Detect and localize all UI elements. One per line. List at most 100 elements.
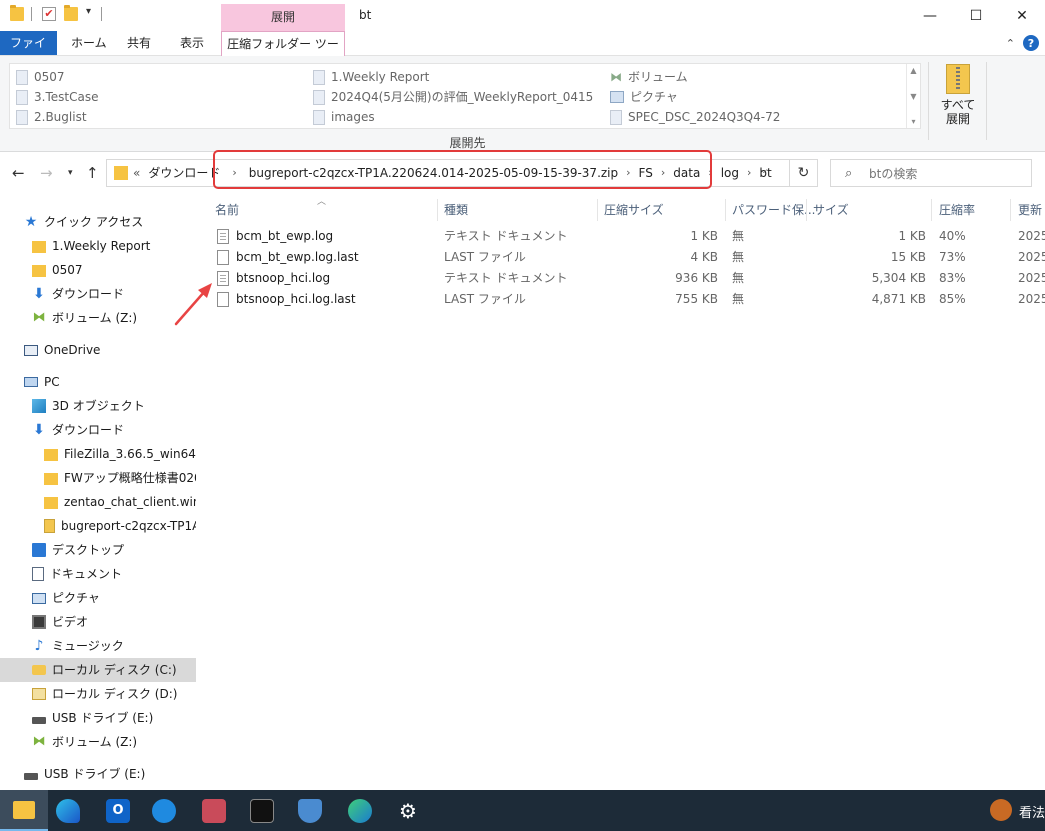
nav-item-3d-objects[interactable]: 3D オブジェクト [0,394,196,418]
nav-item-bugreport-zip[interactable]: bugreport-c2qzcx-TP1A.2 [0,514,196,538]
back-arrow-icon[interactable]: ← [12,164,25,182]
tab-view[interactable]: 表示 [168,31,216,55]
breadcrumb-fs[interactable]: FS [639,160,653,186]
nav-item-pc-volume-z[interactable]: ⧓ ボリューム (Z:) [0,730,196,754]
destination-item[interactable]: images [313,107,375,127]
destination-item[interactable]: 2.Buglist [16,107,87,127]
taskbar-tool[interactable] [190,790,238,831]
column-ratio[interactable]: 圧縮率 [939,199,975,221]
chevron-right-icon[interactable]: › [626,160,630,186]
nav-item-volume-z[interactable]: ⧓ ボリューム (Z:) [0,306,196,330]
nav-item-pictures[interactable]: ピクチャ [0,586,196,610]
gallery-more-icon[interactable]: ▾ [911,117,915,126]
file-modified: 2025 [1018,250,1045,264]
nav-item-weekly-report[interactable]: 1.Weekly Report [0,234,196,258]
nav-item-local-disk-c[interactable]: ローカル ディスク (C:) [0,658,196,682]
breadcrumb-overflow[interactable]: « [133,160,140,186]
column-modified[interactable]: 更新 [1018,199,1042,221]
help-icon[interactable]: ? [1023,35,1039,51]
search-input[interactable] [869,164,1027,184]
extract-all-button[interactable]: すべて 展開 [935,60,981,146]
destination-item[interactable]: 0507 [16,67,65,87]
tab-share[interactable]: 共有 [115,31,163,55]
address-bar[interactable]: « ダウンロード › bugreport-c2qzcx-TP1A.220624.… [106,159,790,187]
destination-item[interactable]: 2024Q4(5月公開)の評価_WeeklyReport_0415 [313,87,593,107]
nav-item-quick-access[interactable]: ★ クイック アクセス [0,210,196,234]
nav-item-usb-drive-e-root[interactable]: USB ドライブ (E:) [0,762,196,786]
scroll-down-icon[interactable]: ▼ [910,92,916,101]
taskbar-file-explorer[interactable] [0,790,48,831]
column-password[interactable]: パスワード保... [732,199,815,221]
customize-qat-icon[interactable]: ▾ [86,6,91,17]
file-password: 無 [732,292,745,306]
recent-locations-icon[interactable]: ▾ [68,168,73,178]
column-divider[interactable] [725,199,726,221]
forward-arrow-icon[interactable]: → [40,164,53,182]
tab-compressed-folder-tools[interactable]: 圧縮フォルダー ツール [221,31,345,75]
taskbar-edge[interactable] [336,790,384,831]
taskbar-app[interactable] [44,790,92,831]
nav-item-usb-drive-e[interactable]: USB ドライブ (E:) [0,706,196,730]
file-row[interactable]: btsnoop_hci.log.last LAST ファイル 755 KB 無 4,87… [210,289,1045,310]
new-folder-icon[interactable] [64,5,78,21]
column-size[interactable]: サイズ [813,199,849,221]
chevron-right-icon[interactable]: › [747,160,751,186]
maximize-button[interactable]: ☐ [953,0,999,31]
chevron-down-icon[interactable]: ⌵ [760,165,768,176]
nav-item-filezilla[interactable]: FileZilla_3.66.5_win64 [0,442,196,466]
search-box[interactable]: ⌕ [830,159,1032,187]
column-compressed-size[interactable]: 圧縮サイズ [604,199,664,221]
up-arrow-icon[interactable]: ↑ [86,164,99,182]
column-divider[interactable] [597,199,598,221]
gallery-scrollbar[interactable]: ▲ ▼ ▾ [906,64,920,128]
nav-item-music[interactable]: ♪ ミュージック [0,634,196,658]
taskbar-security[interactable] [286,790,334,831]
scroll-up-icon[interactable]: ▲ [910,66,916,75]
file-row[interactable]: bcm_bt_ewp.log.last LAST ファイル 4 KB 無 15 KB 73… [210,247,1045,268]
taskbar-settings[interactable]: ⚙ [384,790,432,831]
nav-item-documents[interactable]: ドキュメント [0,562,196,586]
destination-item[interactable]: SPEC_DSC_2024Q3Q4-72 [610,107,780,127]
nav-item-folder-0507[interactable]: 0507 [0,258,196,282]
tray-app-icon[interactable] [990,799,1012,821]
text-document-icon [217,271,229,286]
column-name[interactable]: 名前 [215,199,239,221]
taskbar-outlook[interactable]: O [94,790,142,831]
breadcrumb-log[interactable]: log [721,160,739,186]
destination-item[interactable]: 3.TestCase [16,87,98,107]
taskbar-browser[interactable] [140,790,188,831]
chevron-right-icon[interactable]: › [661,160,665,186]
destination-item[interactable]: ピクチャ [610,87,678,107]
properties-icon[interactable]: ✔ [42,7,56,21]
breadcrumb-data[interactable]: data [673,160,700,186]
column-divider[interactable] [1010,199,1011,221]
column-divider[interactable] [931,199,932,221]
refresh-button[interactable]: ↻ [790,159,818,187]
nav-item-local-disk-d[interactable]: ローカル ディスク (D:) [0,682,196,706]
tab-home[interactable]: ホーム [59,31,119,55]
nav-item-downloads[interactable]: ⬇ ダウンロード [0,282,196,306]
minimize-button[interactable]: — [907,0,953,31]
file-row[interactable]: btsnoop_hci.log テキスト ドキュメント 936 KB 無 5,304 K… [210,268,1045,289]
nav-item-zentao[interactable]: zentao_chat_client.win64 [0,490,196,514]
breadcrumb-zip[interactable]: bugreport-c2qzcx-TP1A.220624.014-2025-05… [249,160,618,186]
collapse-ribbon-icon[interactable]: ⌃ [1006,37,1015,50]
chevron-right-icon[interactable]: › [708,160,712,186]
column-divider[interactable] [806,199,807,221]
breadcrumb-downloads[interactable]: ダウンロード [148,160,220,186]
nav-item-onedrive[interactable]: OneDrive [0,338,196,362]
chevron-right-icon[interactable]: › [232,160,236,186]
tab-file[interactable]: ファイル [0,31,57,74]
destination-item[interactable]: ⧓ ボリューム [610,67,688,87]
close-button[interactable]: ✕ [999,0,1045,31]
column-divider[interactable] [437,199,438,221]
nav-item-desktop[interactable]: デスクトップ [0,538,196,562]
column-type[interactable]: 種類 [444,199,468,221]
nav-item-fw-spec[interactable]: FWアップ概略仕様書0206 [0,466,196,490]
destination-item[interactable]: 1.Weekly Report [313,67,429,87]
nav-item-videos[interactable]: ビデオ [0,610,196,634]
taskbar-terminal[interactable] [238,790,286,831]
nav-item-pc-downloads[interactable]: ⬇ ダウンロード [0,418,196,442]
nav-item-pc[interactable]: PC [0,370,196,394]
file-row[interactable]: bcm_bt_ewp.log テキスト ドキュメント 1 KB 無 1 KB 40% 202… [210,226,1045,247]
